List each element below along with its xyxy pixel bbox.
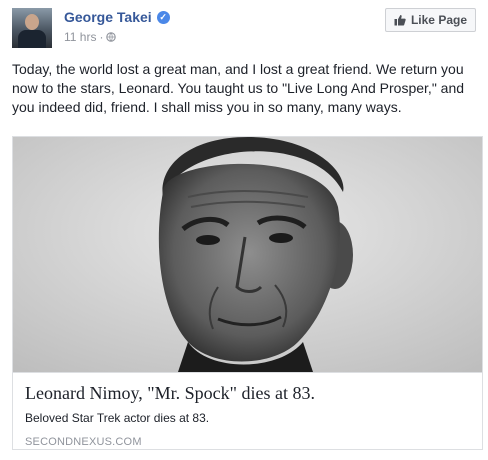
- link-domain: SECONDNEXUS.COM: [25, 436, 142, 448]
- author-avatar[interactable]: [12, 8, 52, 48]
- post-meta: 11 hrs ·: [64, 30, 117, 44]
- author-name[interactable]: George Takei: [64, 9, 152, 25]
- link-preview-card[interactable]: Leonard Nimoy, "Mr. Spock" dies at 83. B…: [12, 136, 483, 450]
- globe-icon: [106, 32, 117, 42]
- post-header: George Takei ✓ 11 hrs · Like Page: [12, 8, 476, 48]
- verified-badge-icon: ✓: [156, 10, 170, 24]
- link-preview-info[interactable]: Leonard Nimoy, "Mr. Spock" dies at 83. B…: [13, 372, 482, 449]
- like-page-label: Like Page: [410, 13, 467, 27]
- like-page-button[interactable]: Like Page: [384, 8, 476, 32]
- facebook-post: George Takei ✓ 11 hrs · Like Page Today,…: [0, 0, 488, 460]
- post-text: Today, the world lost a great man, and I…: [12, 61, 465, 115]
- link-description: Beloved Star Trek actor dies at 83.: [25, 411, 210, 425]
- thumbs-up-icon: [394, 15, 406, 26]
- post-timestamp[interactable]: 11 hrs: [64, 30, 96, 44]
- link-title[interactable]: Leonard Nimoy, "Mr. Spock" dies at 83.: [25, 381, 470, 405]
- portrait-photo: [13, 137, 482, 372]
- author-name-row: George Takei ✓: [64, 9, 170, 25]
- link-preview-image[interactable]: [13, 137, 482, 372]
- meta-separator: ·: [99, 30, 104, 44]
